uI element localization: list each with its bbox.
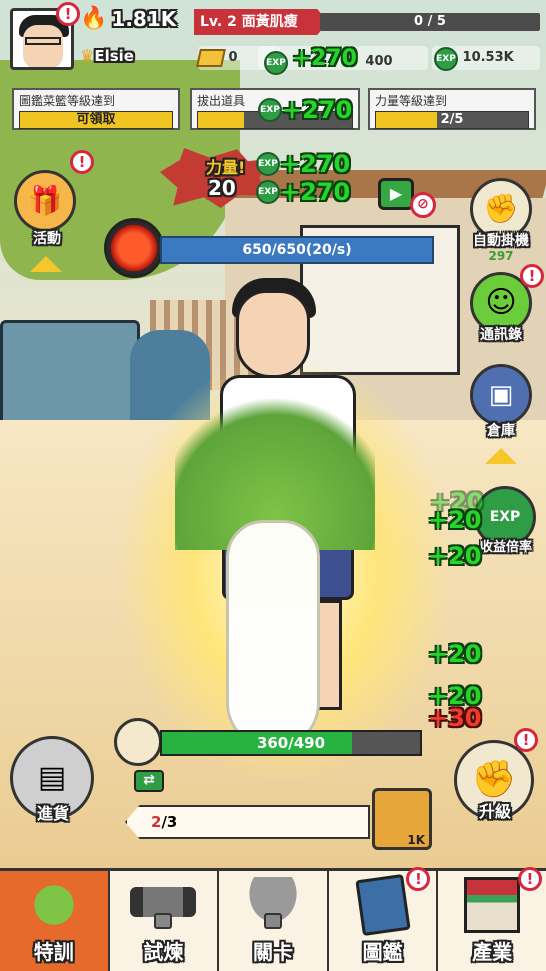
quest-exp-pop-value: +270: [282, 96, 353, 124]
contacts-label: 通訊錄: [480, 327, 522, 343]
gold-value: 0: [228, 50, 238, 65]
exp-resource-a[interactable]: EXP +270 400: [258, 46, 428, 75]
quest-card-3[interactable]: 力量等級達到 2/5: [368, 88, 536, 130]
gift-icon: 🎁: [27, 184, 63, 217]
upgrade-label: 升級: [478, 802, 511, 821]
float-pop-4: +20: [428, 640, 482, 668]
nav-trial[interactable]: 試煉: [110, 871, 220, 971]
level-title: Lv. 2 面黃肌瘦: [194, 9, 328, 35]
radish-hand-icon: [20, 877, 87, 933]
avatar-face: [23, 25, 63, 67]
player-name-row: ♛ Elsie: [80, 46, 134, 65]
burst-pop-2: EXP +270: [256, 178, 350, 206]
collection-alert-icon: !: [406, 867, 431, 891]
auto-idle-count: 297: [488, 249, 514, 263]
power-display: 🔥 1.81K: [80, 6, 176, 31]
nav-training[interactable]: 特訓: [0, 871, 110, 971]
exp-b-value: 10.53K: [462, 50, 514, 65]
burst-pop-1: EXP +270: [256, 150, 350, 178]
swap-icon[interactable]: ⇄: [134, 770, 164, 792]
exp-coin-icon-3: EXP: [258, 98, 282, 122]
nav-industry[interactable]: ! 產業: [438, 867, 546, 971]
lock-icon-2: [263, 913, 282, 929]
coin-card[interactable]: 1K: [372, 788, 432, 850]
radish-icon: [114, 718, 162, 766]
fire-icon: 🔥: [80, 6, 108, 31]
bottom-nav: 特訓 試煉 關卡 ! 圖鑑 ! 產業: [0, 867, 546, 971]
nav-label: 關卡: [252, 940, 293, 964]
no-ads-icon: ⊘: [410, 192, 436, 218]
play-icon: ▶: [389, 184, 403, 203]
expand-up-icon[interactable]: [30, 256, 62, 272]
quest-fill: [198, 112, 245, 128]
power-value: 1.81K: [111, 6, 177, 31]
nav-label: 產業: [472, 940, 513, 964]
gold-bar-icon: [196, 48, 226, 67]
quest-value: 2/5: [440, 112, 464, 127]
pull-progress-bar: 360/490: [160, 730, 422, 756]
upgrade-alert-icon: !: [514, 728, 538, 752]
exp-coin-icon-5: EXP: [256, 180, 280, 204]
quota-box: 2/3: [125, 805, 370, 839]
exp-resource-b[interactable]: EXP 10.53K: [432, 46, 540, 71]
storage-button[interactable]: ▣: [470, 364, 532, 426]
giant-radish[interactable]: [226, 520, 320, 750]
exp-a-value: 400: [365, 54, 393, 69]
smiley-icon: ☺: [485, 285, 517, 320]
nav-label: 圖鑑: [362, 940, 403, 964]
exp-gain-pop: +270: [292, 46, 357, 71]
level-progress-bar: 0 / 5: [320, 13, 540, 31]
quest-card-1[interactable]: 圖鑑菜籃等級達到 可領取: [12, 88, 180, 130]
quest-title: 圖鑑菜籃等級達到: [19, 94, 116, 108]
player-name: Elsie: [94, 46, 134, 65]
auto-idle-label: 自動掛機: [473, 233, 529, 249]
stamina-text: 650/650(20/s): [242, 242, 352, 258]
nav-collection[interactable]: ! 圖鑑: [329, 867, 439, 971]
power-burst-value: 20: [208, 176, 236, 200]
float-pop-3: +20: [428, 542, 482, 570]
shop-building-icon: [464, 877, 521, 933]
fist-radish-icon: ✊: [483, 192, 519, 225]
lock-icon: [154, 913, 173, 929]
storage-label: 倉庫: [487, 423, 515, 439]
contacts-alert-icon: !: [520, 264, 544, 288]
nav-stages[interactable]: 關卡: [219, 871, 329, 971]
power-burst-label: 力量!: [206, 158, 246, 177]
video-ad-button[interactable]: ▶: [378, 178, 414, 210]
exp-coin-icon-4: EXP: [256, 152, 280, 176]
quest-value: 可領取: [76, 112, 116, 127]
nav-label: 特訓: [33, 940, 74, 964]
character-head: [236, 290, 310, 378]
pull-progress-text: 360/490: [256, 734, 326, 752]
level-progress-text: 0 / 5: [414, 14, 446, 29]
burst-pop-1-value: +270: [280, 150, 351, 178]
burst-pop-2-value: +270: [280, 178, 351, 206]
float-pop-red: +30: [428, 704, 482, 732]
quest-title: 力量等級達到: [375, 94, 448, 108]
expand-up-icon-2[interactable]: [485, 448, 517, 464]
avatar-glasses: [25, 37, 61, 45]
fire-skill-icon[interactable]: [104, 218, 164, 278]
quota-total: /3: [161, 813, 178, 831]
tricycle-truck: [0, 320, 140, 430]
suitcase-icon: ▣: [488, 380, 514, 410]
crown-icon: ♛: [80, 46, 95, 65]
quest-exp-pop: EXP +270: [258, 96, 352, 124]
nav-label: 試煉: [143, 940, 184, 964]
exp-coin-icon: EXP: [264, 51, 288, 75]
quota-current: 2: [151, 813, 162, 831]
quest-bar: 2/5: [375, 111, 529, 129]
stamina-bar: 650/650(20/s): [160, 236, 434, 264]
coin-card-label: 1K: [407, 833, 425, 847]
restock-label: 進貨: [36, 804, 69, 823]
float-pop-2: +20: [428, 506, 482, 534]
industry-alert-icon: !: [517, 867, 542, 891]
exp-coin-icon-2: EXP: [434, 47, 458, 71]
event-alert-icon: !: [70, 150, 94, 174]
book-icon: [354, 873, 411, 937]
avatar-alert-icon: !: [56, 2, 80, 26]
quest-bar: 可領取: [19, 111, 173, 129]
event-label: 活動: [33, 231, 61, 247]
event-button[interactable]: 🎁: [14, 170, 76, 232]
